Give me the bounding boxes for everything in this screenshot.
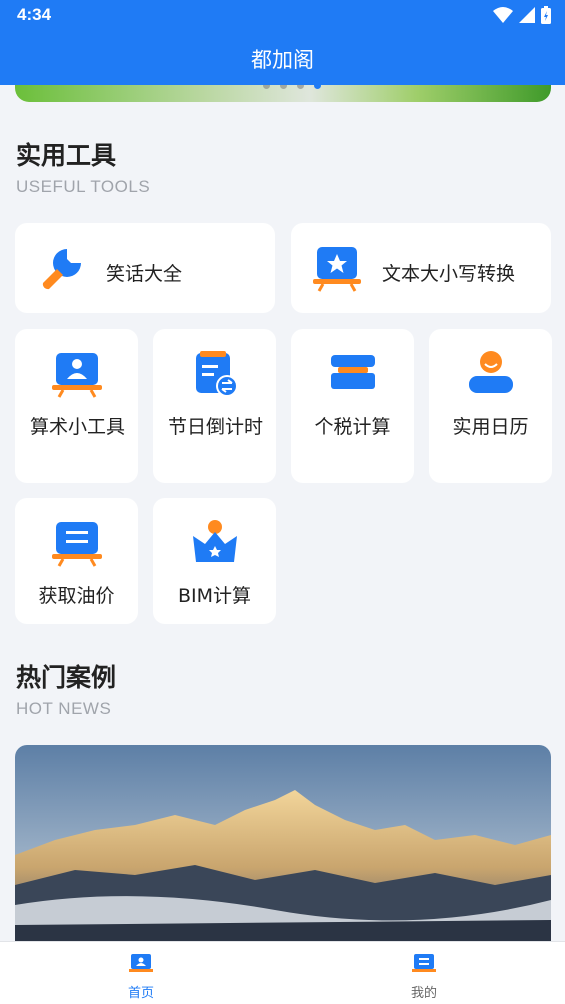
tool-label: 节日倒计时 (168, 416, 264, 438)
tool-label: 文本大小写转换 (382, 263, 516, 285)
tool-label: 获取油价 (38, 585, 115, 607)
nav-profile-label: 我的 (410, 986, 437, 1001)
star-board-icon (313, 247, 361, 292)
clipboard-exchange-icon (196, 351, 238, 397)
tool-card-countdown[interactable]: 节日倒计时 (153, 329, 276, 483)
bed-icon (331, 355, 375, 389)
news-section-title: 热门案例 (16, 663, 117, 692)
mountain-illustration (15, 745, 551, 945)
signal-icon (519, 7, 535, 23)
status-bar: 4:34 (0, 0, 565, 32)
nav-home[interactable]: 首页 (101, 952, 181, 1001)
tool-label: 算术小工具 (30, 416, 126, 438)
crown-icon (193, 520, 237, 562)
status-icons (493, 6, 551, 24)
tool-label: BIM计算 (177, 585, 252, 607)
nav-home-label: 首页 (127, 986, 154, 1001)
nav-profile[interactable]: 我的 (384, 952, 464, 1001)
app-bar: 4:34 都加阁 (0, 0, 565, 85)
battery-icon (541, 6, 551, 24)
wifi-icon (493, 7, 513, 23)
page-title: 都加阁 (251, 48, 314, 72)
person-board-icon (52, 353, 102, 398)
tool-card-text-case[interactable]: 文本大小写转换 (291, 223, 551, 313)
tool-label: 笑话大全 (106, 263, 183, 285)
news-image-mountain[interactable] (15, 745, 551, 945)
profile-board-icon (412, 954, 436, 972)
news-section-subtitle: HOT NEWS (16, 699, 112, 718)
tool-card-tax[interactable]: 个税计算 (291, 329, 414, 483)
user-avatar-icon (469, 351, 513, 393)
tool-card-bim[interactable]: BIM计算 (153, 498, 276, 624)
tools-section-title: 实用工具 (16, 141, 117, 170)
tool-label: 实用日历 (452, 416, 529, 438)
list-board-icon (52, 522, 102, 567)
tools-section-subtitle: USEFUL TOOLS (16, 177, 151, 196)
tool-card-oil-price[interactable]: 获取油价 (15, 498, 138, 624)
tool-label: 个税计算 (314, 416, 391, 438)
home-board-icon (129, 954, 153, 972)
tool-card-arithmetic[interactable]: 算术小工具 (15, 329, 138, 483)
tool-card-jokes[interactable]: 笑话大全 (15, 223, 275, 313)
wrench-icon (42, 249, 81, 290)
tool-card-calendar[interactable]: 实用日历 (429, 329, 552, 483)
status-time: 4:34 (17, 5, 52, 24)
bottom-navigation: 首页 我的 (0, 941, 565, 1004)
